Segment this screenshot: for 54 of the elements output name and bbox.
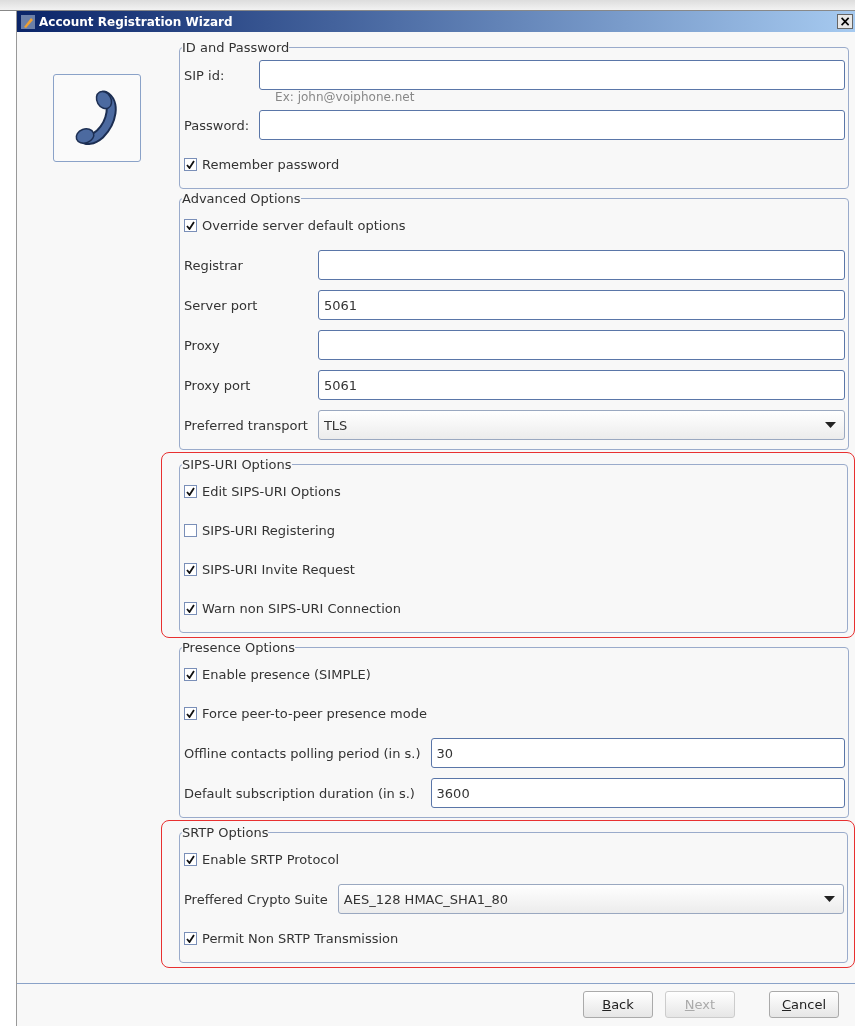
group-title: SRTP Options — [182, 825, 269, 840]
caret-icon — [824, 896, 835, 902]
field-label: Preffered Crypto Suite — [184, 890, 328, 909]
checkbox-label: SIPS-URI Invite Request — [202, 562, 355, 577]
checkbox[interactable] — [184, 932, 197, 945]
group-title: SIPS-URI Options — [182, 457, 292, 472]
phone-handset-icon — [74, 88, 120, 148]
caret-icon — [825, 422, 836, 428]
dropdown[interactable]: TLS — [317, 410, 845, 440]
checkbox-label: Warn non SIPS-URI Connection — [202, 601, 401, 616]
checkbox-label: Remember password — [202, 157, 340, 172]
input-field[interactable] — [259, 60, 845, 90]
wizard-button[interactable]: Cancel — [769, 990, 839, 1018]
checkbox[interactable] — [184, 524, 197, 537]
field-label: Registrar — [184, 256, 244, 275]
checkbox-label: Force peer-to-peer presence mode — [202, 706, 427, 721]
checkbox-label: Permit Non SRTP Transmission — [202, 931, 399, 946]
hint-text: Ex: john@voiphone.net — [274, 89, 416, 105]
wizard-button[interactable]: Back — [583, 990, 653, 1018]
input-field[interactable] — [259, 110, 845, 140]
dropdown[interactable]: AES_128 HMAC_SHA1_80 — [337, 884, 844, 914]
field-label: SIP id: — [184, 66, 226, 85]
field-label: Proxy port — [184, 376, 252, 395]
window-title: Account Registration Wizard — [39, 14, 234, 29]
field-label: Default subscription duration (in s.) — [184, 784, 416, 803]
checkbox-label: Enable presence (SIMPLE) — [202, 667, 371, 682]
input-field[interactable] — [317, 250, 845, 280]
group-title: Advanced Options — [182, 191, 301, 206]
field-label: Preferred transport — [184, 416, 308, 435]
checkbox-label: SIPS-URI Registering — [202, 523, 335, 538]
checkbox[interactable] — [184, 668, 197, 681]
input-field[interactable]: 5061 — [317, 370, 845, 400]
checkbox-label: Enable SRTP Protocol — [202, 852, 340, 867]
group-title: ID and Password — [182, 40, 290, 55]
field-label: Password: — [184, 116, 250, 135]
checkbox-label: Override server default options — [202, 218, 406, 233]
checkbox[interactable] — [184, 707, 197, 720]
field-label: Offline contacts polling period (in s.) — [184, 744, 421, 763]
checkbox[interactable] — [184, 158, 197, 171]
checkbox[interactable] — [184, 853, 197, 866]
app-icon — [21, 14, 35, 29]
close-button[interactable]: × — [837, 14, 853, 29]
input-field[interactable]: 30 — [430, 738, 845, 768]
checkbox[interactable] — [184, 602, 197, 615]
input-field[interactable]: 5061 — [317, 290, 845, 320]
checkbox[interactable] — [184, 485, 197, 498]
field-label: Proxy — [184, 336, 221, 355]
input-field[interactable]: 3600 — [430, 778, 845, 808]
checkbox-label: Edit SIPS-URI Options — [202, 484, 341, 499]
field-label: Server port — [184, 296, 259, 315]
checkbox[interactable] — [184, 563, 197, 576]
input-field[interactable] — [317, 330, 845, 360]
group-title: Presence Options — [182, 640, 296, 655]
checkbox[interactable] — [184, 219, 197, 232]
